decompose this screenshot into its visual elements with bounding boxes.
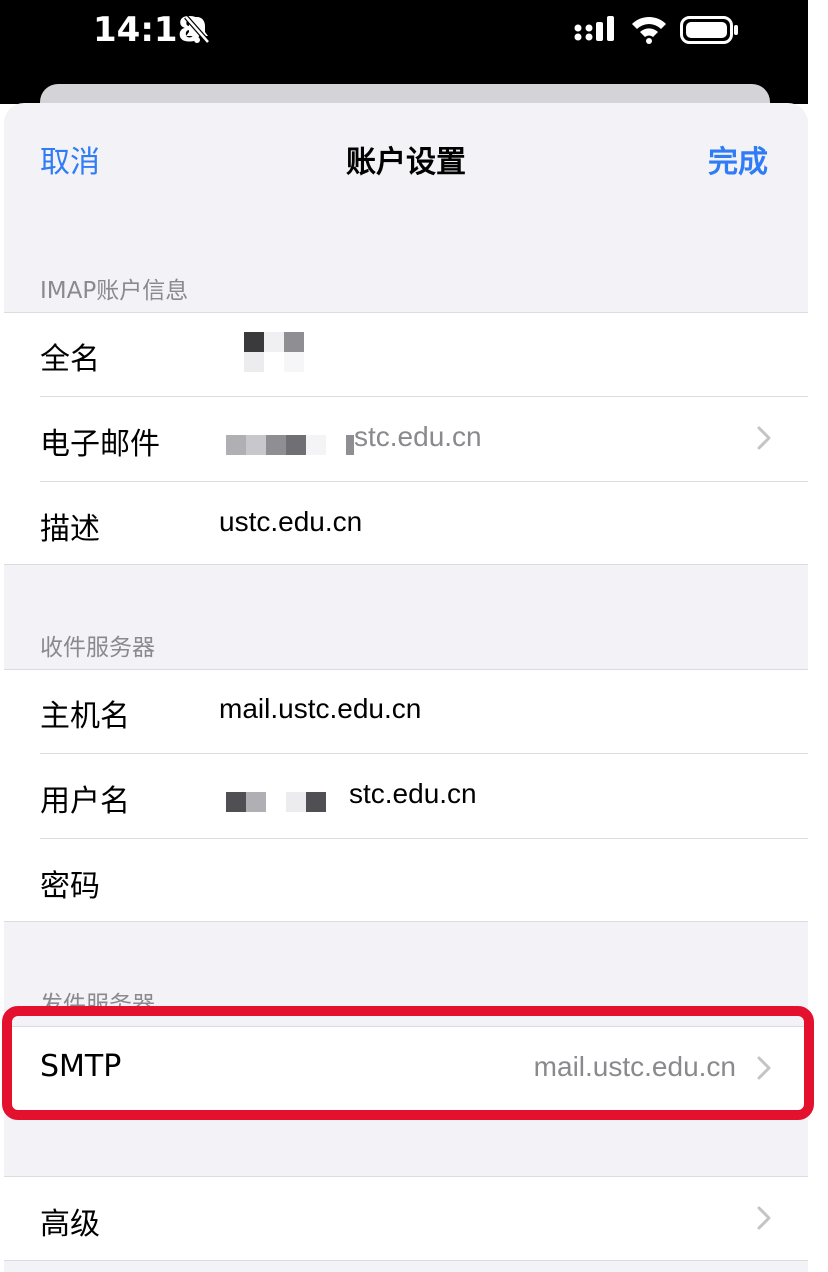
redacted-email-mosaic [226,435,356,455]
password-label: 密码 [40,869,100,904]
chevron-right-icon [757,426,771,450]
battery-icon [680,16,738,44]
host-label: 主机名 [40,699,130,734]
advanced-label: 高级 [40,1207,100,1242]
smtp-label: SMTP [40,1049,122,1084]
bell-slash-icon [184,15,210,44]
redacted-username-mosaic [226,792,336,812]
section-header-outgoing: 发件服务器 [40,992,155,1018]
divider [4,921,808,922]
outgoing-group: SMTP mail.ustc.edu.cn [4,1026,808,1111]
nav-bar: 取消 账户设置 完成 [4,103,808,213]
host-row[interactable]: 主机名 mail.ustc.edu.cn [4,669,808,753]
username-label: 用户名 [40,784,130,819]
advanced-row[interactable]: 高级 [4,1177,808,1261]
username-value[interactable]: stc.edu.cn [349,778,477,810]
smtp-value: mail.ustc.edu.cn [533,1051,736,1082]
email-label: 电子邮件 [40,427,160,462]
email-value: stc.edu.cn [354,421,482,452]
full-name-row[interactable]: 全名 [4,312,808,396]
incoming-group: 主机名 mail.ustc.edu.cn 用户名 stc.edu.cn 密码 [4,669,808,922]
wifi-icon [632,16,666,44]
divider [4,1110,808,1111]
done-button[interactable]: 完成 [708,137,768,181]
advanced-group: 高级 [4,1176,808,1261]
username-row[interactable]: 用户名 stc.edu.cn [4,754,808,838]
chevron-right-icon [757,1206,771,1230]
divider [4,1260,808,1261]
description-label: 描述 [40,512,100,547]
smtp-row[interactable]: SMTP mail.ustc.edu.cn [4,1027,808,1111]
imap-group: 全名 电子邮件 stc.edu.cn 描述 ustc.edu.cn [4,312,808,565]
description-value[interactable]: ustc.edu.cn [219,506,362,538]
full-name-label: 全名 [40,342,100,377]
description-row[interactable]: 描述 ustc.edu.cn [4,482,808,566]
host-value[interactable]: mail.ustc.edu.cn [219,693,421,725]
section-header-imap: IMAP账户信息 [40,278,189,304]
page-title: 账户设置 [346,145,466,180]
chevron-right-icon [757,1056,771,1080]
password-row[interactable]: 密码 [4,839,808,923]
section-header-incoming: 收件服务器 [40,635,155,661]
email-row[interactable]: 电子邮件 stc.edu.cn [4,397,808,481]
divider [4,564,808,565]
signal-icon [574,16,614,41]
redacted-name-mosaic [244,332,308,376]
account-settings-sheet: 取消 账户设置 完成 IMAP账户信息 全名 电子邮件 stc.edu.cn 描… [4,103,808,1272]
